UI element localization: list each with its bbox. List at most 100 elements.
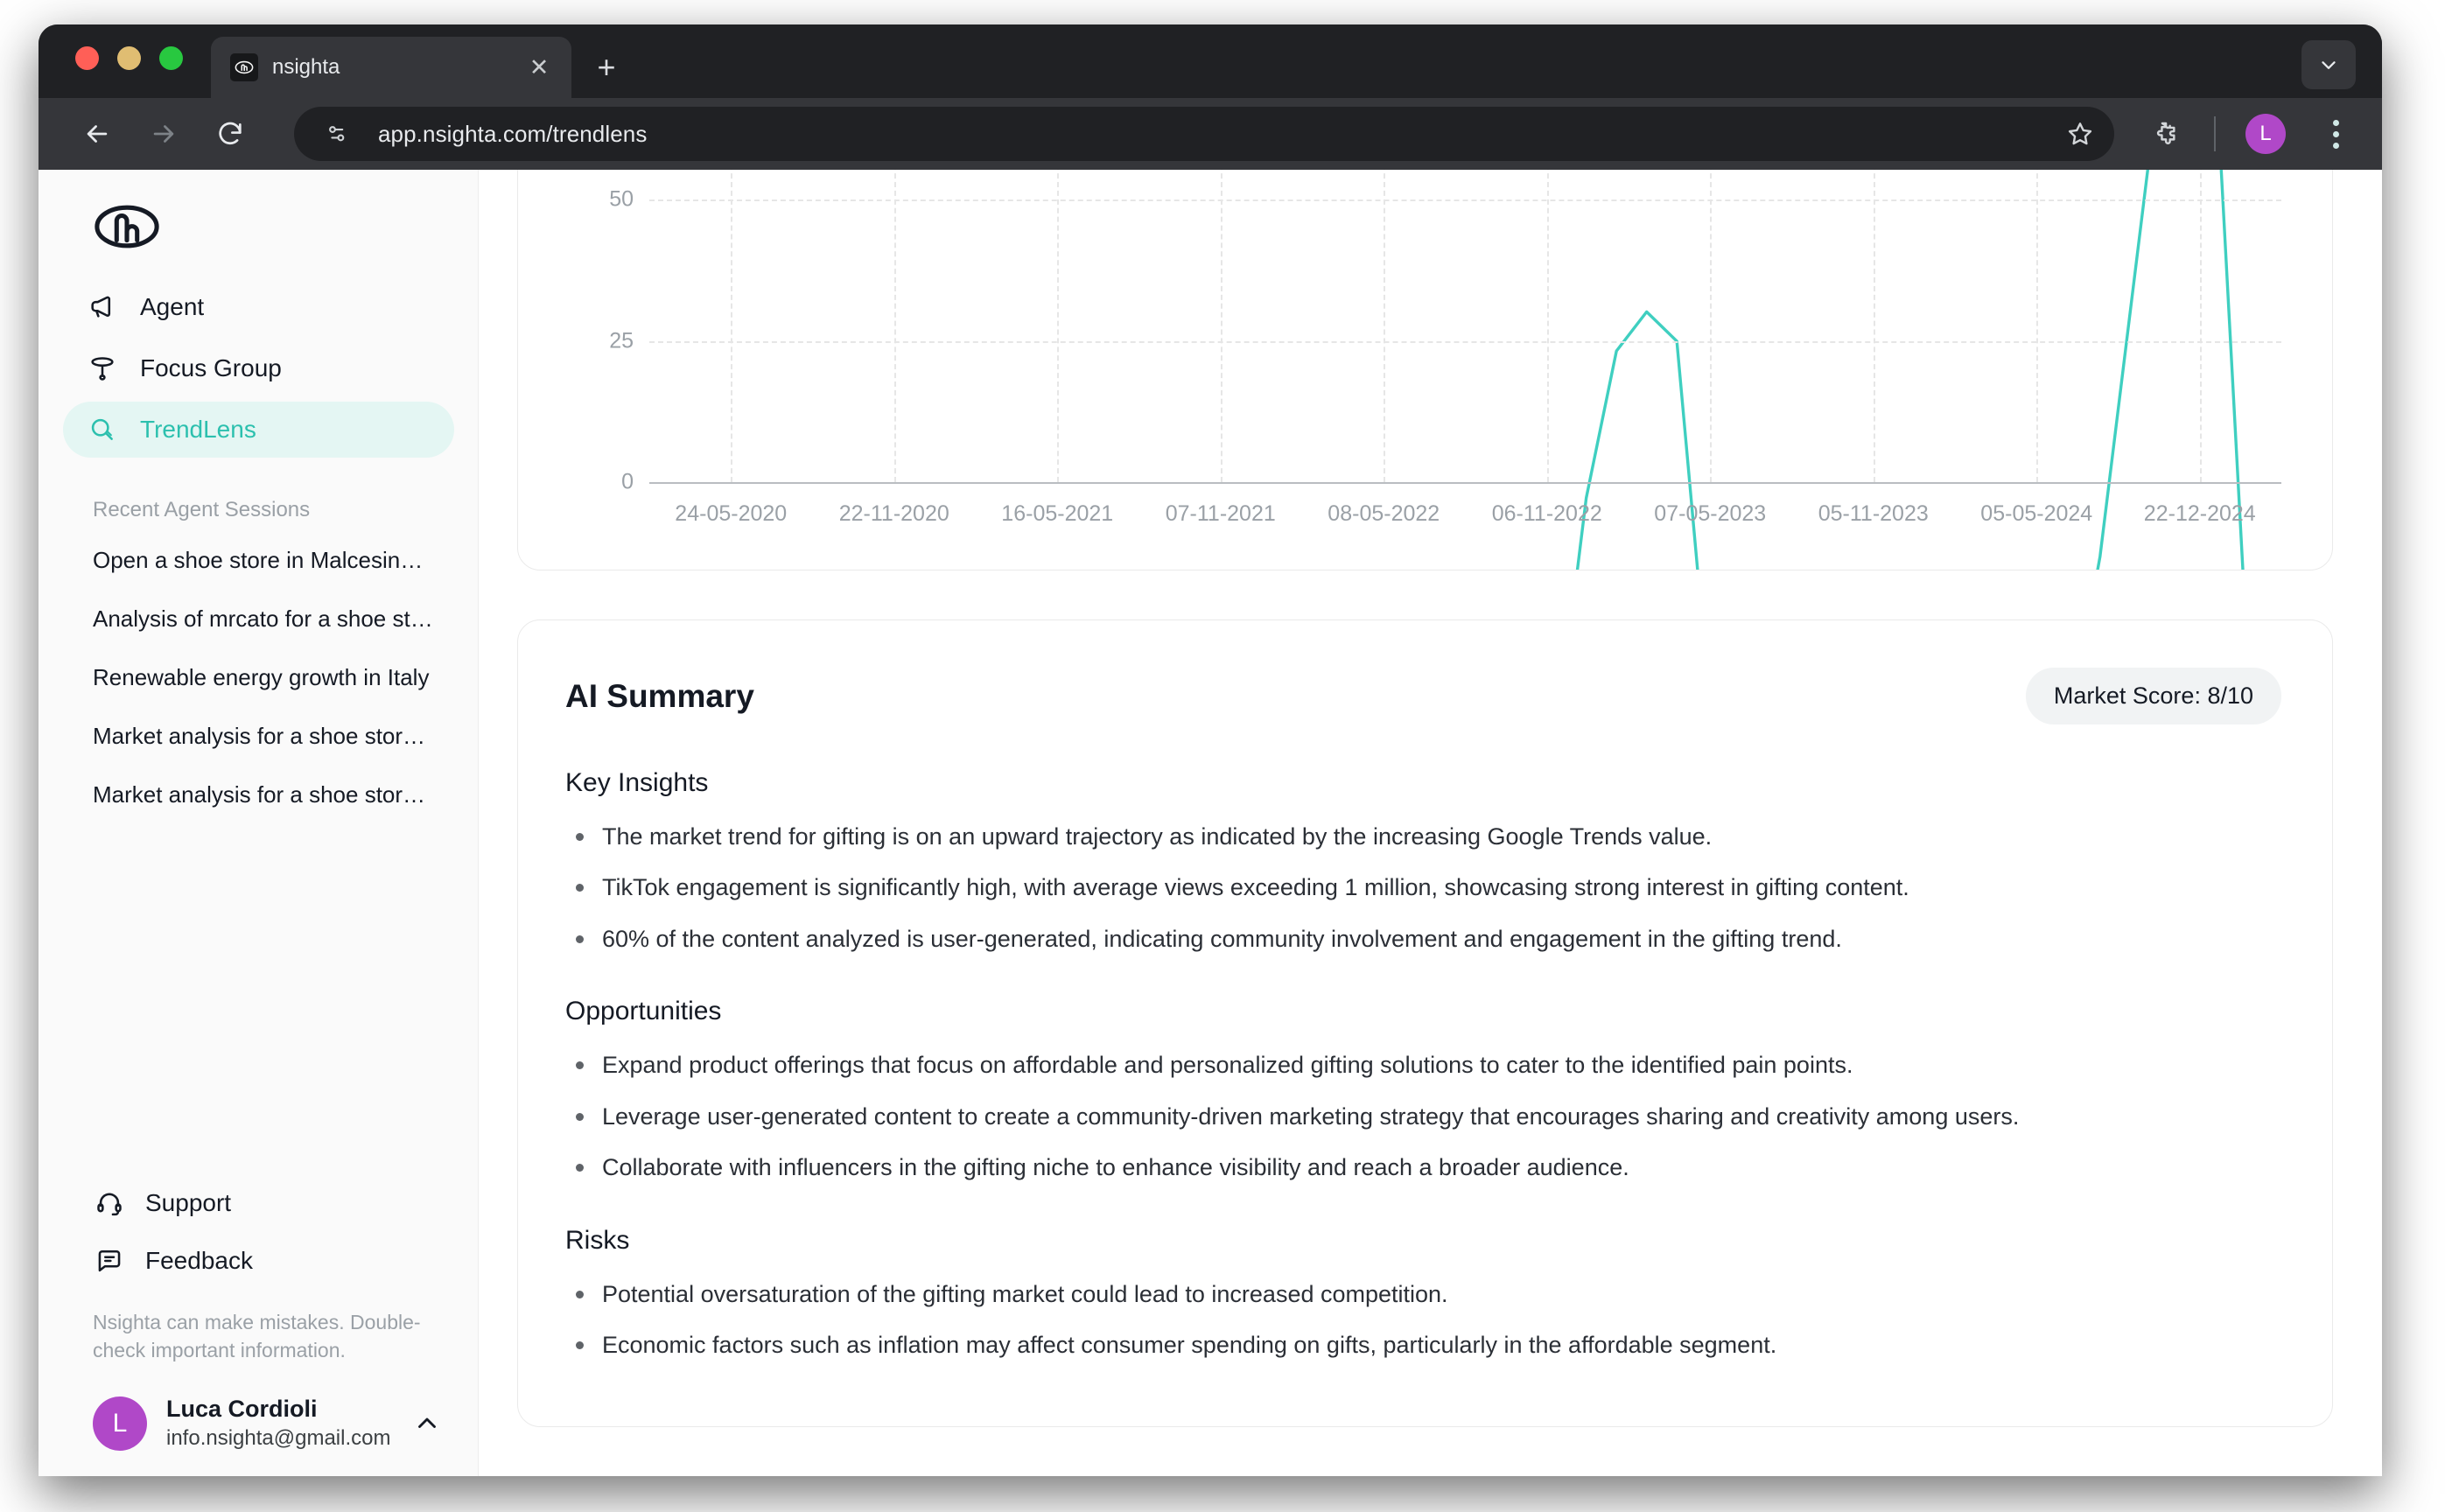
main-content: 0 25 50 24-05-2020 22-11-2020 16-05-2021 07-1… <box>479 170 2382 1476</box>
list-item: Economic factors such as inflation may a… <box>565 1329 2281 1361</box>
nsighta-eye-icon <box>230 53 258 81</box>
star-icon[interactable] <box>2065 119 2095 149</box>
chart-x-tick-label: 07-11-2021 <box>1165 501 1276 526</box>
chart-gridline <box>731 170 733 482</box>
list-item: TikTok engagement is significantly high,… <box>565 872 2281 903</box>
chart-x-tick-label: 06-11-2022 <box>1491 501 1602 526</box>
avatar: L <box>93 1396 147 1451</box>
chart-gridline <box>893 170 896 482</box>
ai-summary-header: AI Summary Market Score: 8/10 <box>565 668 2281 724</box>
chart-x-tick-label: 24-05-2020 <box>675 501 788 526</box>
sidebar-nav: Agent Focus Group TrendLens <box>39 279 479 458</box>
window-traffic-lights <box>75 24 183 98</box>
chart-x-tick-label: 22-11-2020 <box>838 501 949 526</box>
chart-x-tick-label: 22-12-2024 <box>2143 501 2256 526</box>
plus-icon[interactable]: + <box>582 43 631 92</box>
user-profile-row[interactable]: L Luca Cordioli info.nsighta@gmail.com <box>39 1365 479 1452</box>
key-insights-list: The market trend for gifting is on an up… <box>565 821 2281 955</box>
chart-gridline <box>1546 170 1549 482</box>
window-close-button[interactable] <box>75 46 99 70</box>
headset-icon <box>93 1186 126 1220</box>
trend-chart-card: 0 25 50 24-05-2020 22-11-2020 16-05-2021 07-1… <box>517 170 2333 570</box>
desktop-background: nsighta ✕ + app.nsighta.com/trendlens L … <box>0 0 2459 1512</box>
sidebar-footer: Support Feedback Nsighta can make mistak… <box>39 1179 479 1476</box>
recent-sessions-header: Recent Agent Sessions <box>93 498 311 522</box>
chart-gridline <box>1384 170 1386 482</box>
speech-bubble-icon <box>93 1244 126 1278</box>
magnifier-icon <box>86 413 119 446</box>
user-name: Luca Cordioli <box>166 1396 318 1423</box>
puzzle-piece-icon[interactable] <box>2144 114 2184 154</box>
chart-y-tick-label: 25 <box>609 328 634 354</box>
chart-x-tick-label: 05-11-2023 <box>1818 501 1929 526</box>
list-item: 60% of the content analyzed is user-gene… <box>565 923 2281 955</box>
risks-list: Potential oversaturation of the gifting … <box>565 1278 2281 1362</box>
section-title-key-insights: Key Insights <box>565 768 709 797</box>
sidebar-item-agent[interactable]: Agent <box>63 279 454 335</box>
user-email: info.nsighta@gmail.com <box>166 1425 391 1450</box>
list-item: Leverage user-generated content to creat… <box>565 1101 2281 1132</box>
chevron-down-icon[interactable] <box>2301 40 2356 89</box>
list-item[interactable]: Renewable energy growth in Italy <box>39 648 479 707</box>
chart-x-tick-label: 07-05-2023 <box>1654 501 1767 526</box>
browser-profile-avatar[interactable]: L <box>2245 114 2286 154</box>
sidebar-item-label: TrendLens <box>140 416 256 443</box>
list-item[interactable]: Analysis of mrcato for a shoe sto... <box>39 590 479 648</box>
chart-y-tick-label: 0 <box>621 469 634 494</box>
user-info: Luca Cordioli info.nsighta@gmail.com <box>166 1395 391 1452</box>
list-item: Expand product offerings that focus on a… <box>565 1049 2281 1081</box>
chart-x-tick-label: 05-05-2024 <box>1980 501 2093 526</box>
window-maximize-button[interactable] <box>159 46 183 70</box>
sidebar-item-label: Feedback <box>145 1246 253 1274</box>
chart-x-tick-label: 16-05-2021 <box>1001 501 1114 526</box>
funnel-icon <box>86 352 119 385</box>
section-title-risks: Risks <box>565 1225 630 1255</box>
arrow-right-icon[interactable] <box>145 116 182 152</box>
close-icon[interactable]: ✕ <box>524 52 554 82</box>
address-bar[interactable]: app.nsighta.com/trendlens <box>294 107 2114 161</box>
chart-y-tick-label: 50 <box>609 186 634 212</box>
list-item[interactable]: Open a shoe store in Malcesine ... <box>39 531 479 590</box>
list-item: Collaborate with influencers in the gift… <box>565 1152 2281 1183</box>
toolbar-divider <box>2214 116 2216 151</box>
chart-x-tick-label: 08-05-2022 <box>1328 501 1440 526</box>
browser-window: nsighta ✕ + app.nsighta.com/trendlens L … <box>39 24 2382 1476</box>
chart-gridline <box>1057 170 1060 482</box>
recent-sessions-list: Open a shoe store in Malcesine ... Analy… <box>39 522 479 824</box>
web-page: Agent Focus Group TrendLens Recent Agent… <box>39 170 2382 1476</box>
app-sidebar: Agent Focus Group TrendLens Recent Agent… <box>39 170 479 1476</box>
chart-gridline <box>2199 170 2202 482</box>
sidebar-item-trendlens[interactable]: TrendLens <box>63 402 454 458</box>
sidebar-item-support[interactable]: Support <box>93 1179 479 1228</box>
sidebar-item-label: Focus Group <box>140 354 282 382</box>
sidebar-item-feedback[interactable]: Feedback <box>93 1236 479 1285</box>
opportunities-list: Expand product offerings that focus on a… <box>565 1049 2281 1183</box>
section-title-opportunities: Opportunities <box>565 997 722 1026</box>
chart-gridline <box>2036 170 2039 482</box>
window-minimize-button[interactable] <box>117 46 141 70</box>
browser-tab[interactable]: nsighta ✕ <box>211 37 571 98</box>
list-item[interactable]: Market analysis for a shoe store i... <box>39 707 479 766</box>
nsighta-eye-logo[interactable] <box>39 170 479 279</box>
chart-gridline <box>1873 170 1875 482</box>
ai-summary-card: AI Summary Market Score: 8/10 Key Insigh… <box>517 620 2333 1427</box>
list-item: The market trend for gifting is on an up… <box>565 821 2281 852</box>
reload-icon[interactable] <box>212 116 249 152</box>
page-title: AI Summary <box>565 677 754 714</box>
list-item[interactable]: Market analysis for a shoe store i... <box>39 766 479 824</box>
trend-chart[interactable]: 0 25 50 24-05-2020 22-11-2020 16-05-2021 07-1… <box>609 170 2281 482</box>
sidebar-footer-links: Support Feedback <box>39 1179 479 1285</box>
address-bar-url: app.nsighta.com/trendlens <box>378 120 648 147</box>
sidebar-item-label: Agent <box>140 293 205 320</box>
site-settings-icon[interactable] <box>317 114 357 154</box>
three-dot-menu-icon[interactable] <box>2315 119 2356 149</box>
chevron-up-icon[interactable] <box>410 1407 444 1440</box>
chart-gridline <box>1220 170 1222 482</box>
sidebar-item-focus-group[interactable]: Focus Group <box>63 340 454 396</box>
disclaimer-text: Nsighta can make mistakes. Double-check … <box>93 1310 421 1362</box>
browser-tab-strip: nsighta ✕ + <box>39 24 2382 98</box>
browser-toolbar: app.nsighta.com/trendlens L <box>39 98 2382 170</box>
arrow-left-icon[interactable] <box>79 116 116 152</box>
browser-tab-title: nsighta <box>272 55 340 79</box>
